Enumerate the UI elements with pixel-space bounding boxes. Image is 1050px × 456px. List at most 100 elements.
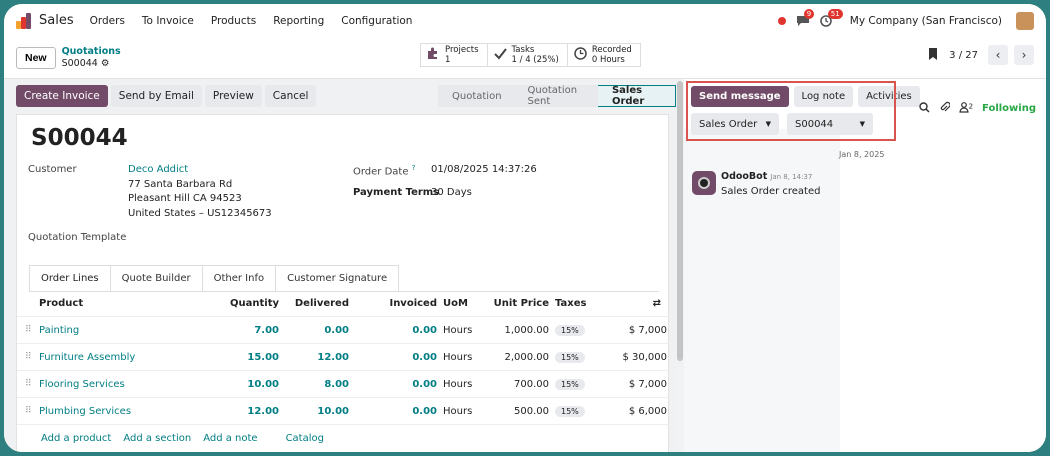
form-actions: Create Invoice Send by Email Preview Can…: [16, 85, 317, 107]
date-separator: Jan 8, 2025: [839, 150, 885, 159]
chatter-message: OdooBot Jan 8, 14:37 Sales Order created: [692, 171, 820, 197]
message-body: Sales Order created: [721, 186, 821, 197]
following-button[interactable]: Following: [982, 103, 1036, 114]
add-section-link[interactable]: Add a section: [123, 433, 191, 444]
tasks-smart-button[interactable]: Tasks 1 / 4 (25%): [487, 43, 568, 67]
customer-field[interactable]: Deco Addict: [128, 164, 188, 175]
tab-other-info[interactable]: Other Info: [201, 265, 277, 291]
status-dot-icon[interactable]: [777, 16, 786, 25]
followers-count: 2: [968, 101, 974, 110]
form-scrollbar[interactable]: [676, 79, 684, 452]
notebook-tabs: Order Lines Quote Builder Other Info Cus…: [29, 265, 659, 292]
breadcrumb-quotations[interactable]: Quotations: [62, 46, 121, 58]
puzzle-icon: [427, 47, 440, 63]
status-bar: Quotation Quotation Sent Sales Order: [438, 85, 676, 107]
attachment-icon[interactable]: [939, 101, 951, 116]
chat-icon[interactable]: 9: [796, 8, 815, 27]
pager-next-button[interactable]: ›: [1014, 45, 1034, 65]
drag-handle-icon[interactable]: ⠿: [17, 406, 39, 416]
gear-icon[interactable]: ⚙: [101, 58, 110, 70]
add-line-links: Add a product Add a section Add a note C…: [17, 425, 669, 451]
user-avatar[interactable]: [1016, 11, 1034, 30]
message-time: Jan 8, 14:37: [770, 173, 813, 181]
followers-icon[interactable]: 2: [958, 101, 974, 116]
send-by-email-button[interactable]: Send by Email: [110, 85, 202, 107]
activity-clock-icon[interactable]: 51: [819, 8, 843, 27]
message-author[interactable]: OdooBot: [721, 171, 767, 182]
drag-handle-icon[interactable]: ⠿: [17, 325, 39, 335]
col-taxes[interactable]: Taxes: [549, 298, 607, 309]
stage-quotation-sent[interactable]: Quotation Sent: [513, 85, 598, 107]
drag-handle-icon[interactable]: ⠿: [17, 352, 39, 362]
company-switcher[interactable]: My Company (San Francisco): [850, 15, 1002, 27]
pager: 3 / 27 ‹ ›: [927, 45, 1034, 65]
stage-sales-order[interactable]: Sales Order: [597, 85, 676, 107]
clock-icon: [574, 47, 587, 63]
new-button[interactable]: New: [16, 46, 56, 69]
breadcrumb-current: S00044: [61, 57, 98, 69]
add-note-link[interactable]: Add a note: [203, 433, 257, 444]
address-line-2: Pleasant Hill CA 94523: [128, 193, 242, 204]
table-row[interactable]: ⠿ Furniture Assembly 15.00 12.00 0.00 Ho…: [17, 344, 669, 371]
table-row[interactable]: ⠿ Painting 7.00 0.00 0.00 Hours 1,000.00…: [17, 317, 669, 344]
col-product[interactable]: Product: [39, 298, 209, 309]
app-name[interactable]: Sales: [39, 13, 74, 28]
table-row[interactable]: ⠿ Plumbing Services 12.00 10.00 0.00 Hou…: [17, 398, 669, 425]
tab-quote-builder[interactable]: Quote Builder: [109, 265, 203, 291]
order-date-field[interactable]: 01/08/2025 14:37:26: [431, 164, 537, 175]
top-navbar: Sales Orders To Invoice Products Reporti…: [4, 4, 1046, 37]
customer-label: Customer: [28, 164, 77, 175]
col-delivered[interactable]: Delivered: [279, 298, 349, 309]
create-invoice-button[interactable]: Create Invoice: [16, 85, 108, 107]
search-icon[interactable]: [918, 101, 930, 116]
app-window: Sales Orders To Invoice Products Reporti…: [4, 4, 1046, 452]
address-line-1: 77 Santa Barbara Rd: [128, 179, 233, 190]
form-sheet: S00044 Customer Deco Addict 77 Santa Bar…: [16, 114, 669, 452]
col-invoiced[interactable]: Invoiced: [349, 298, 437, 309]
menu-orders[interactable]: Orders: [90, 15, 125, 27]
help-tooltip-icon[interactable]: ?: [412, 164, 416, 172]
tax-badge[interactable]: 15%: [555, 405, 585, 417]
address-line-3: United States – US12345673: [128, 208, 272, 219]
menu-products[interactable]: Products: [211, 15, 256, 27]
payment-terms-label: Payment Terms: [353, 187, 440, 198]
optional-columns-icon[interactable]: ⇄: [607, 298, 667, 309]
col-uom[interactable]: UoM: [437, 298, 489, 309]
order-lines-table: Product Quantity Delivered Invoiced UoM …: [17, 291, 669, 451]
tax-badge[interactable]: 15%: [555, 324, 585, 336]
record-title: S00044: [31, 125, 128, 151]
form-area: Create Invoice Send by Email Preview Can…: [4, 79, 676, 452]
sales-app-icon[interactable]: [16, 12, 32, 29]
activity-badge: 51: [827, 8, 843, 19]
stage-quotation[interactable]: Quotation: [438, 85, 514, 107]
tab-customer-signature[interactable]: Customer Signature: [275, 265, 400, 291]
breadcrumb: Quotations S00044 ⚙: [62, 46, 121, 70]
payment-terms-field[interactable]: 30 Days: [431, 187, 472, 198]
catalog-link[interactable]: Catalog: [286, 433, 324, 444]
projects-smart-button[interactable]: Projects 1: [420, 43, 488, 67]
menu-reporting[interactable]: Reporting: [273, 15, 324, 27]
recorded-smart-button[interactable]: Recorded 0 Hours: [567, 43, 641, 67]
drag-handle-icon[interactable]: ⠿: [17, 379, 39, 389]
preview-button[interactable]: Preview: [204, 85, 262, 107]
col-quantity[interactable]: Quantity: [209, 298, 279, 309]
menu-configuration[interactable]: Configuration: [341, 15, 412, 27]
add-product-link[interactable]: Add a product: [41, 433, 111, 444]
chat-badge: 9: [803, 8, 815, 19]
tab-order-lines[interactable]: Order Lines: [29, 265, 111, 291]
order-date-label: Order Date ?: [353, 164, 416, 178]
pager-previous-button[interactable]: ‹: [988, 45, 1008, 65]
pager-value[interactable]: 3 / 27: [949, 50, 978, 61]
table-header: Product Quantity Delivered Invoiced UoM …: [17, 291, 669, 317]
menu-to-invoice[interactable]: To Invoice: [142, 15, 194, 27]
chatter-toolbar: 2 Following: [918, 101, 1036, 116]
cancel-button[interactable]: Cancel: [264, 85, 317, 107]
tax-badge[interactable]: 15%: [555, 378, 585, 390]
col-unit-price[interactable]: Unit Price: [489, 298, 549, 309]
tax-badge[interactable]: 15%: [555, 351, 585, 363]
odoobot-avatar[interactable]: [692, 171, 716, 195]
table-row[interactable]: ⠿ Flooring Services 10.00 8.00 0.00 Hour…: [17, 371, 669, 398]
highlight-box: [686, 81, 896, 141]
bookmark-icon[interactable]: [927, 47, 939, 64]
smart-buttons: Projects 1 Tasks 1 / 4 (25%) Recorded 0 Hou…: [420, 43, 641, 67]
